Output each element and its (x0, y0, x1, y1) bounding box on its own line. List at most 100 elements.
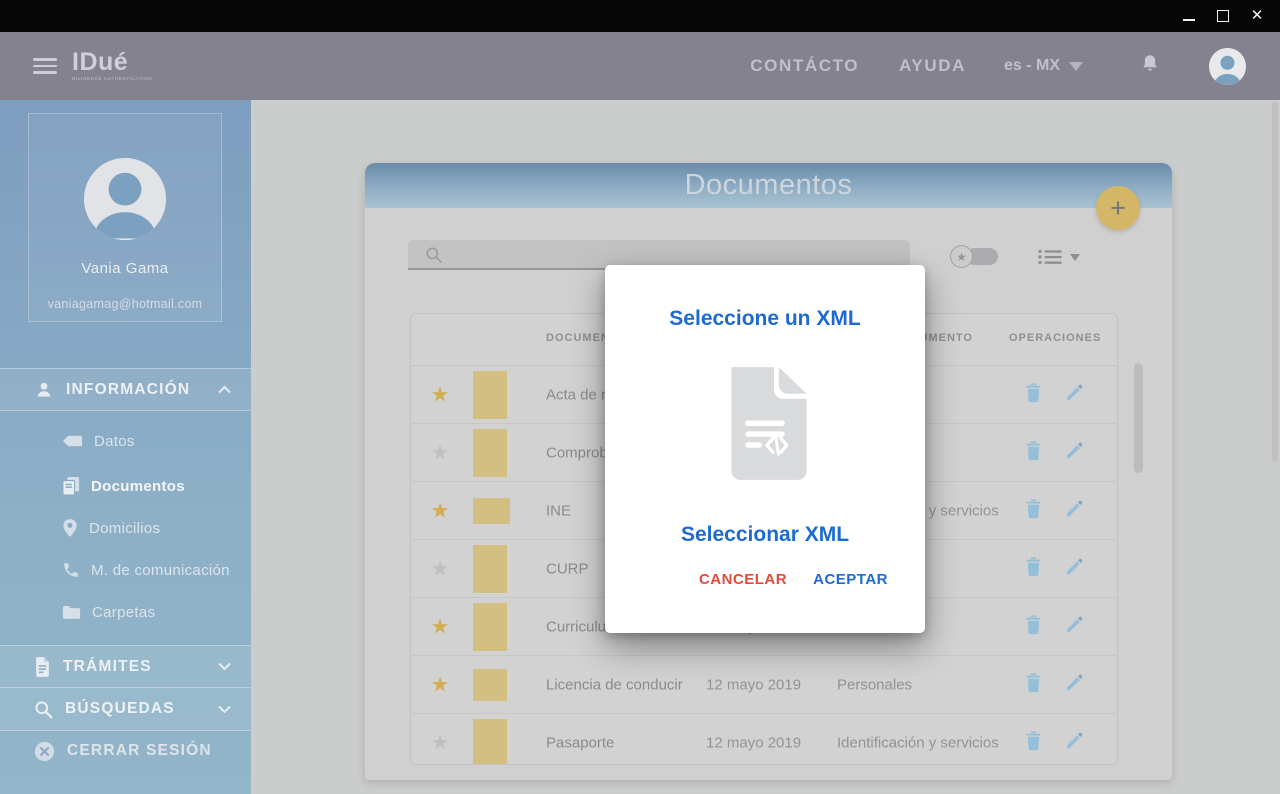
document-name: Licencia de conducir (546, 676, 683, 693)
chevron-down-icon (1070, 253, 1080, 261)
table-row[interactable]: ★ Pasaporte 12 mayo 2019 Identificación … (411, 714, 1117, 764)
minimize-icon (1183, 19, 1195, 21)
document-thumbnail[interactable] (473, 544, 507, 593)
os-titlebar: ✕ (0, 0, 1280, 32)
delete-trash-icon[interactable] (1025, 556, 1042, 581)
document-thumbnail[interactable] (473, 668, 507, 701)
edit-pencil-icon[interactable] (1065, 557, 1084, 581)
delete-trash-icon[interactable] (1025, 498, 1042, 523)
edit-pencil-icon[interactable] (1065, 673, 1084, 697)
documents-panel-header: Documentos (365, 163, 1172, 208)
document-thumbnail[interactable] (473, 718, 507, 764)
document-name: Pasaporte (546, 734, 615, 751)
sidebar-item-medios-comunicacion[interactable]: M. de comunicación (0, 549, 251, 591)
language-selector[interactable]: es - MX (1004, 57, 1083, 75)
chevron-up-icon (218, 385, 231, 393)
document-date: 12 mayo 2019 (706, 676, 802, 693)
select-xml-dialog: Seleccione un XML Seleccionar XML CANCEL… (605, 265, 925, 633)
delete-trash-icon[interactable] (1025, 672, 1042, 697)
sidebar-section-informacion[interactable]: INFORMACIÓN (0, 368, 251, 411)
document-category: Personales (837, 676, 913, 693)
section-label: INFORMACIÓN (66, 380, 191, 398)
page-scrollbar[interactable] (1272, 102, 1278, 462)
sidebar-item-label: Datos (94, 432, 135, 450)
document-name: INE (546, 502, 572, 519)
star-icon[interactable]: ★ (427, 440, 453, 465)
view-selector[interactable] (1038, 249, 1080, 265)
file-icon (36, 656, 49, 677)
star-icon: ★ (950, 245, 973, 268)
star-icon[interactable]: ★ (427, 498, 453, 523)
table-scrollbar[interactable] (1134, 363, 1143, 473)
sidebar-item-domicilios[interactable]: Domicilios (0, 507, 251, 549)
document-thumbnail[interactable] (473, 497, 510, 524)
sidebar-item-datos[interactable]: Datos (0, 420, 251, 462)
sidebar-item-label: Domicilios (89, 519, 161, 537)
nav-contact-link[interactable]: CONTÁCTO (750, 56, 859, 76)
edit-pencil-icon[interactable] (1065, 731, 1084, 755)
section-label: TRÁMITES (63, 657, 152, 675)
delete-trash-icon[interactable] (1025, 382, 1042, 407)
document-thumbnail[interactable] (473, 602, 507, 651)
edit-pencil-icon[interactable] (1065, 499, 1084, 523)
close-button[interactable]: ✕ (1250, 7, 1264, 24)
cancel-button[interactable]: CANCELAR (699, 571, 787, 588)
add-document-button[interactable]: + (1096, 186, 1140, 230)
select-xml-link[interactable]: Seleccionar XML (605, 523, 925, 547)
menu-hamburger-icon[interactable] (33, 58, 57, 74)
search-icon (35, 700, 53, 718)
close-icon: ✕ (1250, 7, 1264, 24)
nav-help-link[interactable]: AYUDA (899, 56, 966, 76)
dialog-actions: CANCELAR ACEPTAR (699, 571, 888, 588)
table-row[interactable]: ★ Licencia de conducir 12 mayo 2019 Pers… (411, 656, 1117, 714)
star-icon[interactable]: ★ (427, 614, 453, 639)
section-label: BÚSQUEDAS (65, 700, 175, 717)
profile-email: vaniagamag@hotmail.com (47, 297, 203, 311)
sidebar-item-carpetas[interactable]: Carpetas (0, 591, 251, 633)
profile-name: Vania Gama (81, 260, 169, 277)
sidebar-logout[interactable]: CERRAR SESIÓN (0, 731, 251, 771)
edit-pencil-icon[interactable] (1065, 383, 1084, 407)
user-avatar[interactable] (1209, 47, 1246, 85)
sidebar-section-busquedas[interactable]: BÚSQUEDAS (0, 688, 251, 731)
star-icon[interactable]: ★ (427, 556, 453, 581)
document-thumbnail[interactable] (473, 370, 507, 419)
profile-card: Vania Gama vaniagamag@hotmail.com (28, 113, 222, 322)
star-icon[interactable]: ★ (427, 382, 453, 407)
sidebar-item-label: Carpetas (92, 603, 156, 621)
chevron-down-icon (218, 663, 231, 671)
app-header: IDué DILIGENCE AUTHENTICATION CONTÁCTO A… (0, 32, 1280, 100)
sidebar-item-label: M. de comunicación (91, 561, 230, 579)
sidebar-section-tramites[interactable]: TRÁMITES (0, 645, 251, 688)
accept-button[interactable]: ACEPTAR (813, 571, 888, 588)
logo-tagline: DILIGENCE AUTHENTICATION (72, 76, 153, 82)
maximize-button[interactable] (1216, 9, 1230, 23)
sidebar-item-label: Documentos (91, 477, 185, 495)
star-icon[interactable]: ★ (427, 672, 453, 697)
sidebar-item-documentos[interactable]: Documentos (0, 465, 251, 507)
card-icon (62, 435, 83, 447)
notifications-bell-icon[interactable] (1139, 52, 1161, 81)
location-pin-icon (63, 519, 77, 537)
app-logo: IDué DILIGENCE AUTHENTICATION (72, 50, 152, 82)
star-icon[interactable]: ★ (427, 730, 453, 755)
delete-trash-icon[interactable] (1025, 730, 1042, 755)
minimize-button[interactable] (1182, 9, 1196, 23)
phone-icon (64, 563, 78, 577)
maximize-icon (1217, 10, 1229, 22)
profile-avatar (84, 158, 166, 240)
language-label: es - MX (1003, 57, 1060, 74)
edit-pencil-icon[interactable] (1065, 441, 1084, 465)
x-circle-icon (34, 741, 55, 761)
favorites-filter-toggle[interactable]: ★ (950, 245, 1000, 268)
chevron-down-icon (1069, 61, 1083, 71)
logout-label: CERRAR SESIÓN (67, 742, 212, 759)
delete-trash-icon[interactable] (1025, 440, 1042, 465)
document-thumbnail[interactable] (473, 428, 507, 477)
documents-icon (62, 477, 80, 496)
logo-text: IDué (72, 48, 129, 77)
sidebar: Vania Gama vaniagamag@hotmail.com INFORM… (0, 100, 251, 794)
person-icon (37, 382, 51, 397)
delete-trash-icon[interactable] (1025, 614, 1042, 639)
edit-pencil-icon[interactable] (1065, 615, 1084, 639)
